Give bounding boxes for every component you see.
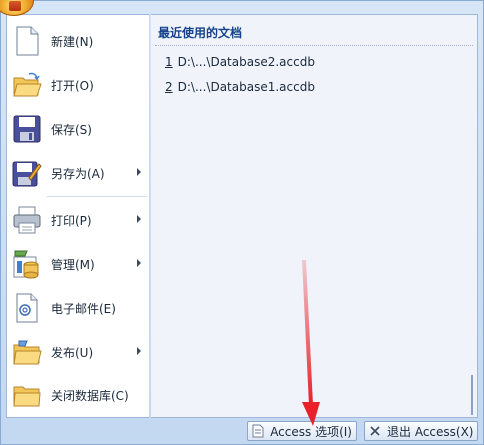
submenu-arrow-icon <box>137 259 141 267</box>
options-document-icon <box>252 424 264 438</box>
recent-item-number: 2 <box>165 80 173 94</box>
publish-folder-icon <box>11 336 43 368</box>
submenu-arrow-icon <box>137 347 141 355</box>
menu-item-label: 管理(M) <box>51 257 95 272</box>
recent-item-path: D:\...\Database1.accdb <box>177 80 315 94</box>
menu-item-label: 电子邮件(E) <box>51 301 116 316</box>
menu-item-label: 新建(N) <box>51 34 94 49</box>
menu-item-publish[interactable]: 发布(U) <box>7 330 149 374</box>
recent-document-item[interactable]: 1 D:\...\Database2.accdb <box>165 53 315 71</box>
email-document-icon <box>11 292 43 324</box>
new-document-icon <box>11 25 43 57</box>
save-as-icon <box>11 157 43 189</box>
close-icon <box>369 424 381 438</box>
recent-document-item[interactable]: 2 D:\...\Database1.accdb <box>165 78 315 96</box>
access-options-label: Access 选项(I) <box>270 424 352 439</box>
menu-item-email[interactable]: 电子邮件(E) <box>7 286 149 330</box>
menu-item-new[interactable]: 新建(N) <box>7 19 149 63</box>
scrollbar-indicator[interactable] <box>471 375 473 415</box>
menu-item-close-database[interactable]: 关闭数据库(C) <box>7 373 149 417</box>
menu-item-save-as[interactable]: 另存为(A) <box>7 151 149 195</box>
menu-item-manage[interactable]: 管理(M) <box>7 242 149 286</box>
printer-icon <box>11 204 43 236</box>
save-disk-icon <box>11 113 43 145</box>
recent-item-path: D:\...\Database2.accdb <box>177 55 315 69</box>
recent-documents-panel: 最近使用的文档 1 D:\...\Database2.accdb 2 D:\..… <box>151 14 478 418</box>
menu-item-label: 发布(U) <box>51 345 94 360</box>
menu-item-open[interactable]: 打开(O) <box>7 63 149 107</box>
menu-separator <box>47 196 147 197</box>
open-folder-icon <box>11 69 43 101</box>
menu-item-label: 关闭数据库(C) <box>51 388 129 403</box>
menu-item-label: 打开(O) <box>51 78 94 93</box>
menu-item-save[interactable]: 保存(S) <box>7 107 149 151</box>
close-database-folder-icon <box>11 379 43 411</box>
recent-item-number: 1 <box>165 55 173 69</box>
menu-item-print[interactable]: 打印(P) <box>7 198 149 242</box>
submenu-arrow-icon <box>137 215 141 223</box>
menu-item-label: 保存(S) <box>51 122 92 137</box>
menu-item-label: 打印(P) <box>51 213 92 228</box>
access-options-button[interactable]: Access 选项(I) <box>247 421 357 441</box>
menu-item-label: 另存为(A) <box>51 166 105 181</box>
exit-access-label: 退出 Access(X) <box>387 424 474 439</box>
submenu-arrow-icon <box>137 168 141 176</box>
manage-database-icon <box>11 248 43 280</box>
exit-access-button[interactable]: 退出 Access(X) <box>364 421 478 441</box>
title-divider <box>155 45 473 46</box>
recent-documents-title: 最近使用的文档 <box>158 26 243 40</box>
office-menu-list: 新建(N) 打开(O) 保存(S) 另存为(A) 打印(P) 管理(M) 电子邮… <box>6 14 150 418</box>
